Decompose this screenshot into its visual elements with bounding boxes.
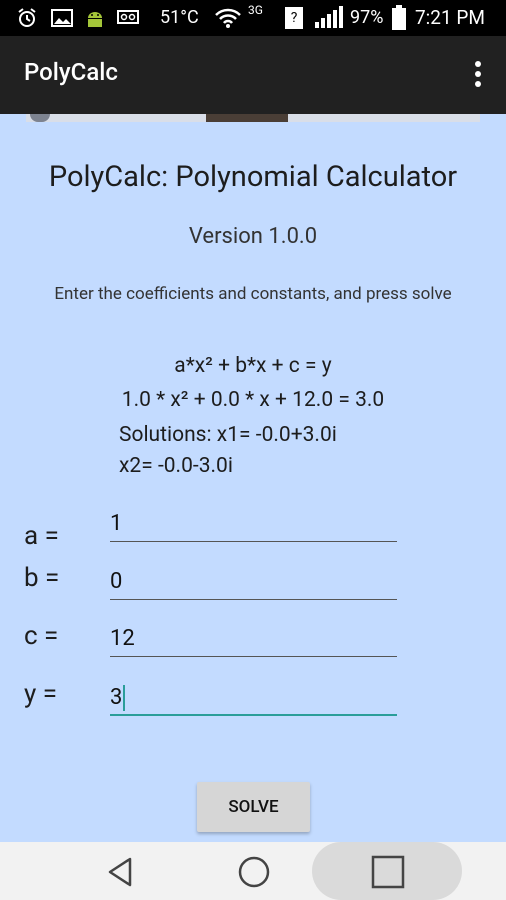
- page-heading: PolyCalc: Polynomial Calculator: [48, 160, 458, 194]
- app-bar: PolyCalc: [0, 36, 506, 114]
- home-icon[interactable]: [236, 854, 272, 890]
- solution-x1: Solutions: x1= -0.0+3.0i: [119, 423, 337, 447]
- solve-button[interactable]: SOLVE: [197, 782, 310, 832]
- equation-current: 1.0 * x² + 0.0 * x + 12.0 = 3.0: [121, 388, 385, 412]
- android-icon: [84, 0, 106, 36]
- status-bar: 51°C 3G ? 97% 7:21 PM: [0, 0, 506, 36]
- text-cursor: [123, 685, 126, 712]
- y-input[interactable]: 3: [110, 680, 397, 716]
- app-title: PolyCalc: [24, 58, 118, 86]
- overflow-menu-icon[interactable]: [472, 61, 484, 91]
- version-text: Version 1.0.0: [188, 224, 318, 249]
- voicemail-icon: [116, 0, 140, 36]
- b-label: b =: [24, 563, 60, 593]
- equation-template: a*x² + b*x + c = y: [174, 354, 332, 378]
- solution-x2: x2= -0.0-3.0i: [119, 454, 233, 478]
- temperature-text: 51°C: [160, 7, 199, 28]
- battery-percent: 97%: [350, 7, 384, 28]
- sim-icon: ?: [285, 0, 303, 36]
- clock: 7:21 PM: [415, 6, 485, 29]
- c-label: c =: [24, 621, 59, 651]
- alarm-icon: [16, 0, 38, 36]
- instructions-text: Enter the coefficients and constants, an…: [54, 284, 452, 304]
- navigation-bar: [0, 842, 506, 900]
- back-icon[interactable]: [104, 856, 136, 888]
- a-input[interactable]: 1: [110, 506, 397, 542]
- battery-icon: [391, 0, 407, 36]
- main-content: PolyCalc: Polynomial Calculator Version …: [0, 114, 506, 842]
- image-icon: [50, 0, 74, 36]
- y-label: y =: [24, 679, 58, 709]
- network-type: 3G: [248, 3, 263, 17]
- c-input[interactable]: 12: [110, 621, 397, 657]
- signal-icon: [314, 0, 344, 36]
- banner-image: [26, 114, 480, 122]
- a-label: a =: [24, 521, 59, 551]
- wifi-icon: [214, 0, 242, 36]
- recents-icon[interactable]: [370, 854, 406, 890]
- b-input[interactable]: 0: [110, 564, 397, 600]
